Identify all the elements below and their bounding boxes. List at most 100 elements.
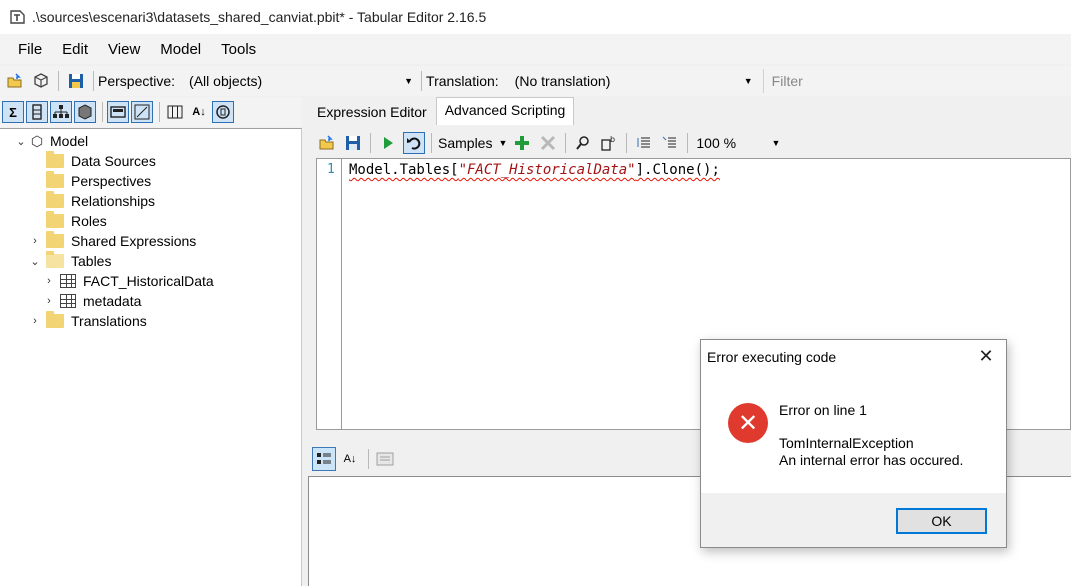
error-dialog: Error executing code ✕ ✕ Error on line 1… bbox=[700, 339, 1007, 548]
tab-advanced-scripting[interactable]: Advanced Scripting bbox=[435, 97, 575, 125]
toolbar-separator bbox=[370, 132, 371, 153]
zoom-value: 100 % bbox=[696, 134, 737, 151]
code-suffix: ].Clone(); bbox=[635, 162, 720, 178]
error-message: An internal error has occured. bbox=[779, 452, 964, 468]
chevron-right-icon[interactable]: › bbox=[28, 235, 42, 247]
menu-tools[interactable]: Tools bbox=[211, 37, 266, 62]
model-tree: ⌄ ⬡ Model Data Sources Perspectives Rela… bbox=[0, 128, 302, 586]
toolbar-separator bbox=[687, 132, 689, 153]
translation-label: Translation: bbox=[426, 73, 499, 89]
open-script-icon[interactable] bbox=[316, 132, 338, 154]
sort-alphabetical-icon[interactable]: A↓ bbox=[338, 447, 362, 471]
filter-input[interactable]: Filter bbox=[762, 69, 803, 93]
save-icon[interactable] bbox=[65, 70, 87, 92]
add-icon[interactable] bbox=[511, 132, 533, 154]
tree-label: Shared Expressions bbox=[71, 233, 197, 249]
chevron-down-icon: ▼ bbox=[404, 76, 414, 86]
chevron-down-icon[interactable]: ⌄ bbox=[28, 255, 42, 268]
samples-label: Samples bbox=[438, 134, 493, 151]
tree-item-roles[interactable]: Roles bbox=[46, 211, 107, 231]
menu-model[interactable]: Model bbox=[150, 37, 211, 62]
svg-text:b: b bbox=[610, 135, 615, 144]
toolbar-separator bbox=[102, 102, 103, 122]
tree-item-metadata[interactable]: › metadata bbox=[42, 291, 141, 311]
undo-icon[interactable] bbox=[403, 131, 425, 154]
dialog-body: ✕ Error on line 1 TomInternalException A… bbox=[701, 373, 1006, 493]
property-pages-icon[interactable] bbox=[373, 447, 397, 471]
tree-label: Data Sources bbox=[71, 153, 156, 169]
tree-label: Relationships bbox=[71, 193, 156, 209]
comment-icon[interactable] bbox=[633, 132, 655, 154]
chevron-right-icon[interactable]: › bbox=[42, 295, 56, 307]
menu-edit[interactable]: Edit bbox=[52, 37, 98, 62]
translation-value: (No translation) bbox=[514, 73, 611, 89]
code-line[interactable]: Model.Tables["FACT_HistoricalData"].Clon… bbox=[349, 162, 720, 178]
menu-bar: File Edit View Model Tools bbox=[0, 34, 1071, 64]
delete-icon[interactable] bbox=[537, 132, 559, 154]
sort-az-icon[interactable]: A↓ bbox=[188, 101, 210, 123]
tree-item-perspectives[interactable]: Perspectives bbox=[46, 171, 151, 191]
tree-item-tables[interactable]: ⌄ Tables bbox=[28, 251, 111, 271]
deploy-icon[interactable] bbox=[30, 70, 52, 92]
toolbar-separator bbox=[159, 102, 160, 122]
tree-item-fact-historicaldata[interactable]: › FACT_HistoricalData bbox=[42, 271, 214, 291]
save-script-icon[interactable] bbox=[342, 132, 364, 154]
tab-expression-editor[interactable]: Expression Editor bbox=[308, 99, 436, 125]
chevron-right-icon[interactable]: › bbox=[42, 275, 56, 287]
find-icon[interactable] bbox=[572, 132, 594, 154]
perspective-label: Perspective: bbox=[98, 73, 176, 89]
replace-icon[interactable]: b bbox=[598, 132, 620, 154]
close-icon[interactable]: ✕ bbox=[972, 346, 1000, 367]
translation-dropdown[interactable]: (No translation) ▼ bbox=[511, 69, 757, 93]
toolbar-separator bbox=[368, 449, 369, 469]
line-number: 1 bbox=[327, 162, 335, 177]
show-measures-icon[interactable]: Σ bbox=[2, 101, 24, 123]
folder-icon bbox=[46, 211, 64, 228]
tree-item-shared-expressions[interactable]: › Shared Expressions bbox=[28, 231, 196, 251]
open-icon[interactable] bbox=[4, 70, 26, 92]
tree-item-model[interactable]: ⌄ ⬡ Model bbox=[14, 131, 88, 151]
zoom-dropdown[interactable]: 100 % ▼ bbox=[692, 131, 784, 155]
run-icon[interactable] bbox=[377, 132, 399, 154]
tree-item-translations[interactable]: › Translations bbox=[28, 311, 147, 331]
table-icon bbox=[60, 294, 76, 308]
show-columns-icon[interactable] bbox=[26, 101, 48, 123]
ok-button[interactable]: OK bbox=[896, 508, 987, 534]
categorized-icon[interactable] bbox=[312, 447, 336, 471]
perspective-dropdown[interactable]: (All objects) ▼ bbox=[185, 69, 417, 93]
menu-view[interactable]: View bbox=[98, 37, 150, 62]
uncomment-icon[interactable] bbox=[659, 132, 681, 154]
chevron-right-icon[interactable]: › bbox=[28, 315, 42, 327]
dialog-title: Error executing code bbox=[707, 348, 837, 365]
folder-icon bbox=[46, 231, 64, 248]
window-titlebar: .\sources\escenari3\datasets_shared_canv… bbox=[0, 0, 1071, 34]
folder-icon bbox=[46, 151, 64, 168]
folder-icon bbox=[46, 191, 64, 208]
table-icon bbox=[60, 274, 76, 288]
folder-icon bbox=[46, 171, 64, 188]
window-title: .\sources\escenari3\datasets_shared_canv… bbox=[32, 9, 487, 25]
columns-view-icon[interactable] bbox=[164, 101, 186, 123]
samples-dropdown[interactable]: Samples ▼ bbox=[436, 131, 509, 155]
tabular-editor-app-icon bbox=[10, 10, 25, 24]
chevron-down-icon[interactable]: ⌄ bbox=[14, 135, 28, 148]
tree-item-relationships[interactable]: Relationships bbox=[46, 191, 155, 211]
tree-item-data-sources[interactable]: Data Sources bbox=[46, 151, 156, 171]
menu-file[interactable]: File bbox=[8, 37, 52, 62]
line-number-gutter: 1 bbox=[317, 159, 342, 429]
show-hierarchies-icon[interactable] bbox=[50, 101, 72, 123]
tree-label: Tables bbox=[71, 253, 112, 269]
toolbar-separator bbox=[626, 132, 628, 153]
show-info-icon[interactable] bbox=[212, 101, 234, 123]
show-partitions-icon[interactable] bbox=[74, 101, 96, 123]
tree-label: metadata bbox=[83, 293, 142, 309]
chevron-down-icon: ▼ bbox=[743, 76, 753, 86]
chevron-down-icon: ▼ bbox=[771, 137, 781, 148]
show-hidden-icon[interactable] bbox=[107, 101, 129, 123]
toolbar-separator bbox=[431, 132, 432, 153]
tree-toolbar: Σ A↓ bbox=[0, 97, 302, 127]
model-cube-icon: ⬡ bbox=[30, 132, 44, 149]
toolbar-separator bbox=[58, 71, 59, 91]
dialog-footer: OK bbox=[701, 493, 1006, 547]
show-translations-icon[interactable] bbox=[131, 101, 153, 123]
